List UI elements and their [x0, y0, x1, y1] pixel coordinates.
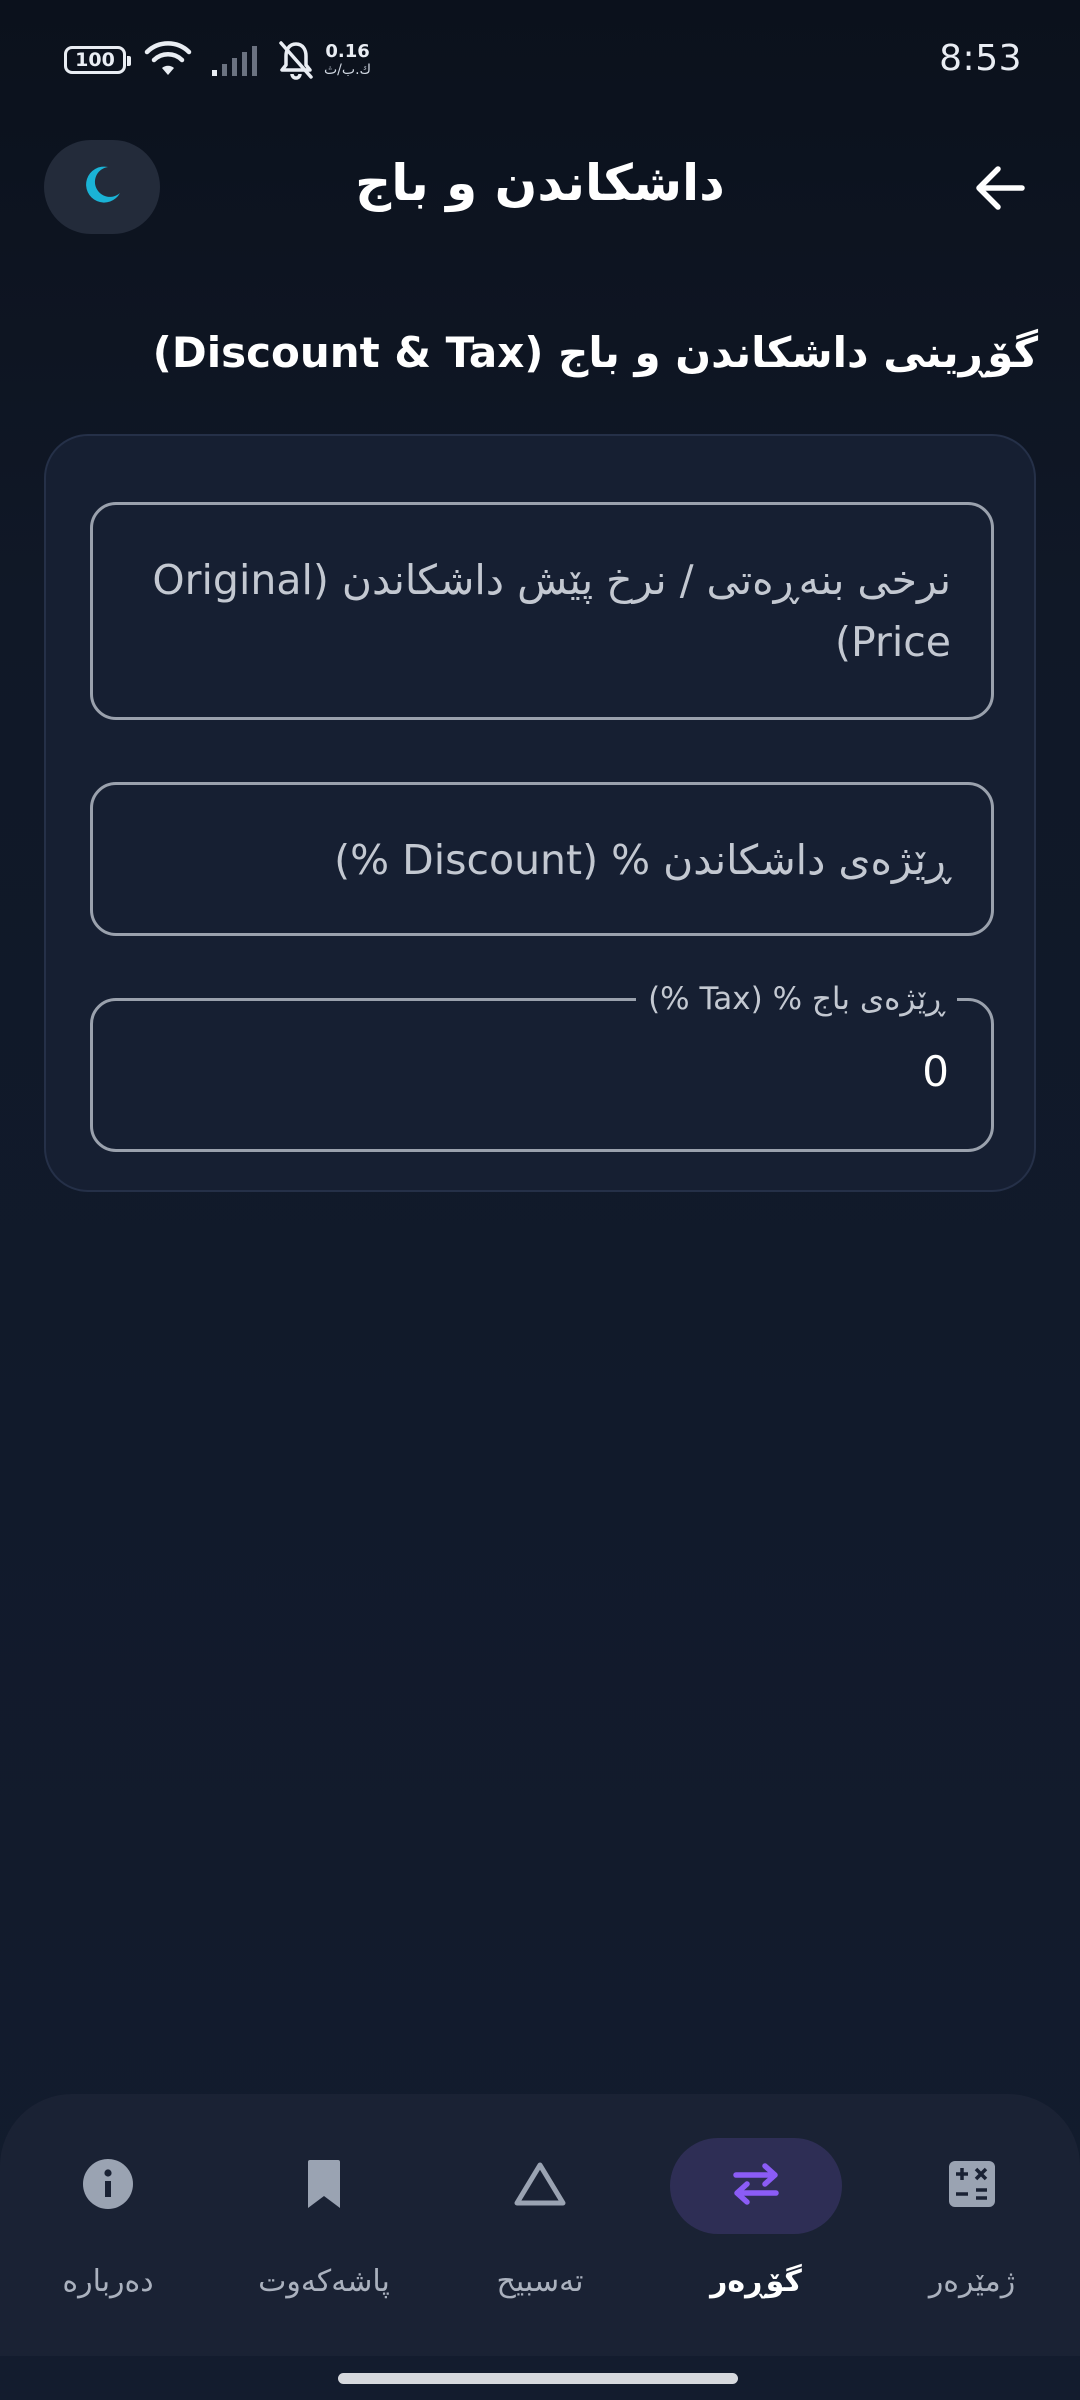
bookmark-icon	[304, 2158, 344, 2214]
discount-field[interactable]: ڕێژەی داشکاندن % (Discount %)	[90, 782, 994, 936]
network-speed-value: 0.16	[325, 41, 370, 62]
arrow-back-icon	[974, 164, 1026, 216]
status-time: 8:53	[939, 38, 1022, 79]
nav-item-about[interactable]: دەربارە	[0, 2138, 216, 2338]
nav-item-calculator[interactable]: ژمێرەر	[864, 2138, 1080, 2338]
nav-item-saved[interactable]: پاشەکەوت	[216, 2138, 432, 2338]
swap-arrows-icon	[730, 2162, 782, 2210]
nav-label: ژمێرەر	[928, 2264, 1016, 2299]
nav-item-tasbih[interactable]: تەسبیح	[432, 2138, 648, 2338]
nav-label: گۆڕەر	[710, 2264, 802, 2299]
original-price-placeholder: نرخی بنەڕەتی / نرخ پێش داشکاندن (Origina…	[152, 556, 951, 666]
info-icon	[81, 2157, 135, 2215]
nav-item-converter[interactable]: گۆڕەر	[648, 2138, 864, 2338]
status-bar: 100 0.16 ك.ب/ث 8:53	[0, 0, 1080, 120]
back-button[interactable]	[960, 150, 1040, 230]
bottom-navigation: دەربارە پاشەکەوت تەسبیح گۆڕەر ژمێرەر	[0, 2094, 1080, 2356]
nav-label: پاشەکەوت	[258, 2264, 390, 2299]
triangle-icon	[513, 2160, 567, 2212]
tax-value: 0	[922, 1047, 949, 1096]
nav-label: دەربارە	[62, 2264, 154, 2299]
home-indicator[interactable]	[338, 2373, 738, 2384]
status-icons: 100 0.16 ك.ب/ث	[64, 40, 371, 80]
section-title: گۆڕینی داشکاندن و باج (Discount & Tax)	[152, 328, 1038, 377]
network-speed-unit: ك.ب/ث	[324, 62, 372, 78]
wifi-icon	[144, 41, 192, 79]
nav-pill	[238, 2138, 410, 2234]
moon-icon	[80, 163, 124, 211]
theme-toggle-button[interactable]	[44, 140, 160, 234]
nav-pill-active	[670, 2138, 842, 2234]
nav-label: تەسبیح	[496, 2264, 584, 2299]
tax-field[interactable]: ڕێژەی باج % (Tax %) 0	[90, 979, 994, 1152]
signal-icon	[210, 43, 260, 77]
original-price-field[interactable]: نرخی بنەڕەتی / نرخ پێش داشکاندن (Origina…	[90, 502, 994, 720]
network-speed: 0.16 ك.ب/ث	[324, 41, 372, 78]
calculator-icon	[947, 2159, 997, 2213]
app-bar: داشکاندن و باج	[0, 130, 1080, 250]
nav-pill	[22, 2138, 194, 2234]
nav-pill	[454, 2138, 626, 2234]
calculator-card: نرخی بنەڕەتی / نرخ پێش داشکاندن (Origina…	[44, 434, 1036, 1192]
nav-pill	[886, 2138, 1058, 2234]
battery-level: 100	[75, 49, 115, 71]
bell-off-icon	[278, 40, 314, 80]
tax-label: ڕێژەی باج % (Tax %)	[636, 979, 957, 1019]
discount-placeholder: ڕێژەی داشکاندن % (Discount %)	[334, 836, 951, 884]
page-title: داشکاندن و باج	[355, 154, 725, 212]
battery-icon: 100	[64, 46, 131, 74]
